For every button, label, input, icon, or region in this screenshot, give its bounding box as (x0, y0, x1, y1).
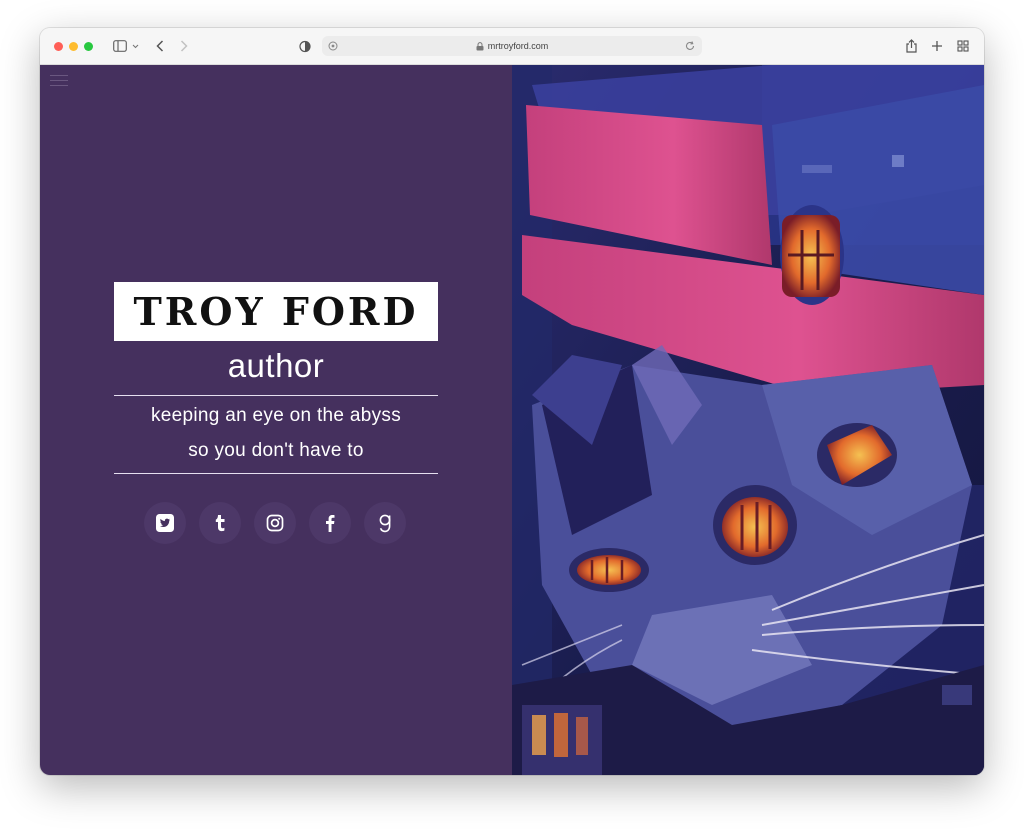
divider-bottom (114, 473, 438, 474)
browser-window: mrtroyford.com TROY FORD author keeping … (40, 28, 984, 775)
close-window-button[interactable] (54, 42, 63, 51)
back-icon[interactable] (152, 37, 168, 55)
author-role: author (227, 347, 325, 384)
cat-painting (512, 65, 984, 775)
divider-top (114, 395, 438, 396)
tab-overview-icon[interactable] (956, 37, 970, 55)
facebook-icon (326, 515, 335, 532)
minimize-window-button[interactable] (69, 42, 78, 51)
shield-icon[interactable] (298, 37, 312, 55)
forward-icon[interactable] (176, 37, 192, 55)
address-bar[interactable]: mrtroyford.com (322, 36, 702, 56)
goodreads-icon (379, 514, 391, 533)
browser-toolbar: mrtroyford.com (40, 28, 984, 65)
chevron-down-icon[interactable] (130, 37, 140, 55)
cat-painting-image (512, 65, 984, 775)
tagline-line-2: so you don't have to (188, 440, 364, 461)
maximize-window-button[interactable] (84, 42, 93, 51)
tumblr-link[interactable] (199, 502, 241, 544)
name-box: TROY FORD (114, 282, 438, 341)
instagram-link[interactable] (254, 502, 296, 544)
plus-icon[interactable] (930, 37, 944, 55)
facebook-link[interactable] (309, 502, 351, 544)
social-links (144, 502, 414, 546)
tagline-line-1: keeping an eye on the abyss (151, 405, 401, 426)
menu-icon[interactable] (50, 75, 68, 87)
sidebar-icon[interactable] (110, 37, 130, 55)
url-text: mrtroyford.com (487, 41, 549, 51)
instagram-icon (266, 514, 284, 532)
twitter-link[interactable] (144, 502, 186, 544)
twitter-icon (156, 514, 174, 532)
goodreads-link[interactable] (364, 502, 406, 544)
author-name: TROY FORD (133, 289, 419, 334)
tumblr-icon (215, 515, 225, 532)
intro-panel: TROY FORD author keeping an eye on the a… (40, 65, 512, 775)
lock-icon (476, 41, 484, 51)
share-icon[interactable] (904, 37, 918, 55)
page-content: TROY FORD author keeping an eye on the a… (40, 65, 984, 775)
reload-icon[interactable] (684, 40, 696, 52)
site-info-icon[interactable] (328, 41, 338, 51)
